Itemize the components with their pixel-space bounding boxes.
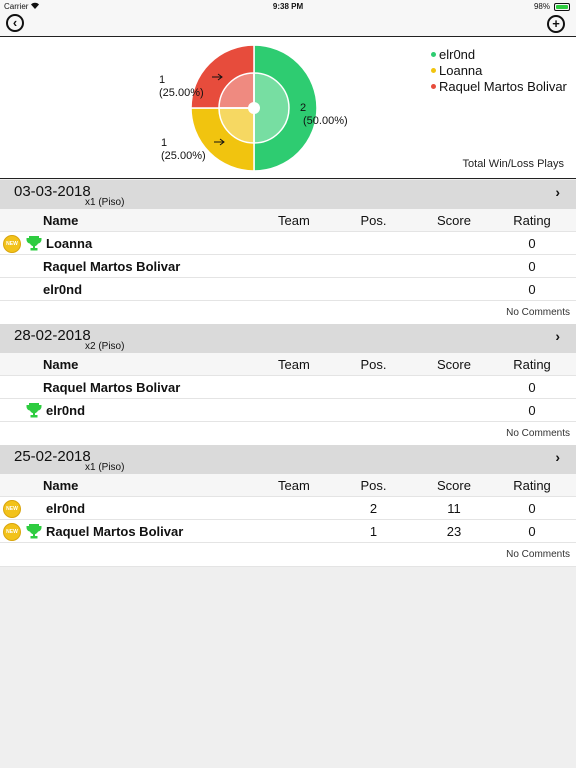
session-subtitle: x2 (Piso) bbox=[85, 341, 125, 352]
chevron-right-icon[interactable]: › bbox=[555, 184, 560, 200]
clock: 9:38 PM bbox=[272, 2, 304, 11]
green-slice-percent: (50.00%) bbox=[303, 115, 348, 127]
chevron-right-icon[interactable]: › bbox=[555, 449, 560, 465]
player-rating: 0 bbox=[528, 236, 536, 251]
legend-dot bbox=[431, 52, 436, 58]
trophy-icon bbox=[26, 524, 42, 539]
back-icon[interactable]: ‹ bbox=[6, 14, 24, 32]
column-team: Team bbox=[278, 478, 310, 493]
comments-label: No Comments bbox=[506, 549, 570, 560]
player-name: elr0nd bbox=[43, 282, 83, 297]
table-row[interactable]: NEW Loanna 0 bbox=[0, 232, 576, 255]
column-pos: Pos. bbox=[360, 213, 387, 228]
column-name: Name bbox=[43, 357, 79, 372]
pie-center-hole bbox=[248, 102, 260, 114]
column-name: Name bbox=[43, 213, 79, 228]
column-score: Score bbox=[437, 478, 471, 493]
session-date: 03-03-2018 bbox=[14, 183, 91, 200]
player-score: 23 bbox=[446, 524, 462, 539]
legend-dot bbox=[431, 84, 436, 90]
red-slice-value: 1 bbox=[159, 74, 166, 86]
player-rating: 0 bbox=[528, 380, 536, 395]
table-header-row: Name Team Pos. Score Rating bbox=[0, 474, 576, 497]
column-rating: Rating bbox=[513, 357, 551, 372]
table-header-row: Name Team Pos. Score Rating bbox=[0, 209, 576, 232]
legend-item-raquel: Raquel Martos Bolivar bbox=[431, 79, 567, 95]
player-pos: 1 bbox=[369, 524, 378, 539]
session-card: 25-02-2018 x1 (Piso) › Name Team Pos. Sc… bbox=[0, 445, 576, 567]
chart-panel: 1 (25.00%) 1 (25.00%) 2 (50.00%) elr0nd … bbox=[0, 36, 576, 179]
yellow-slice-value: 1 bbox=[161, 137, 168, 149]
session-date: 28-02-2018 bbox=[14, 327, 91, 344]
column-pos: Pos. bbox=[360, 478, 387, 493]
new-badge-icon: NEW bbox=[3, 500, 21, 518]
player-name: elr0nd bbox=[46, 403, 86, 418]
column-rating: Rating bbox=[513, 478, 551, 493]
column-score: Score bbox=[437, 213, 471, 228]
legend-label: elr0nd bbox=[439, 47, 476, 62]
chart-legend: elr0nd Loanna Raquel Martos Bolivar bbox=[431, 47, 567, 95]
comments-row[interactable]: No Comments bbox=[0, 301, 576, 325]
player-name: Loanna bbox=[46, 236, 93, 251]
red-slice-label: 1 (25.00%) bbox=[159, 74, 204, 100]
player-name: Raquel Martos Bolivar bbox=[46, 524, 184, 539]
table-row[interactable]: elr0nd 0 bbox=[0, 278, 576, 301]
new-badge-icon: NEW bbox=[3, 523, 21, 541]
trophy-icon bbox=[26, 236, 42, 251]
player-name: Raquel Martos Bolivar bbox=[43, 259, 181, 274]
battery-percent: 98% bbox=[533, 2, 550, 11]
table-row[interactable]: Raquel Martos Bolivar 0 bbox=[0, 376, 576, 399]
table-row[interactable]: NEW elr0nd 2 11 0 bbox=[0, 497, 576, 520]
legend-label: Raquel Martos Bolivar bbox=[439, 79, 567, 94]
battery-icon bbox=[554, 3, 570, 11]
chevron-right-icon[interactable]: › bbox=[555, 328, 560, 344]
comments-row[interactable]: No Comments bbox=[0, 543, 576, 567]
yellow-slice-percent: (25.00%) bbox=[161, 150, 206, 162]
player-name: Raquel Martos Bolivar bbox=[43, 380, 181, 395]
red-slice-percent: (25.00%) bbox=[159, 87, 204, 99]
session-card: 03-03-2018 x1 (Piso) › Name Team Pos. Sc… bbox=[0, 180, 576, 325]
column-name: Name bbox=[43, 478, 79, 493]
player-score: 11 bbox=[447, 501, 461, 516]
player-rating: 0 bbox=[528, 282, 536, 297]
status-bar: Carrier 9:38 PM 98% bbox=[0, 0, 576, 14]
table-row[interactable]: NEW Raquel Martos Bolivar 1 23 0 bbox=[0, 520, 576, 543]
table-header-row: Name Team Pos. Score Rating bbox=[0, 353, 576, 376]
column-rating: Rating bbox=[513, 213, 551, 228]
table-row[interactable]: Raquel Martos Bolivar 0 bbox=[0, 255, 576, 278]
comments-label: No Comments bbox=[506, 307, 570, 318]
legend-item-loanna: Loanna bbox=[431, 63, 567, 79]
session-date: 25-02-2018 bbox=[14, 448, 91, 465]
trophy-icon bbox=[26, 403, 42, 418]
session-header[interactable]: 28-02-2018 x2 (Piso) › bbox=[0, 324, 576, 353]
player-rating: 0 bbox=[528, 501, 536, 516]
player-rating: 0 bbox=[528, 259, 536, 274]
player-pos: 2 bbox=[369, 501, 378, 516]
add-icon[interactable]: + bbox=[547, 15, 565, 33]
player-name: elr0nd bbox=[46, 501, 86, 516]
nav-bar: ‹ + bbox=[0, 14, 576, 36]
session-header[interactable]: 03-03-2018 x1 (Piso) › bbox=[0, 180, 576, 209]
green-slice-label: 2 (50.00%) bbox=[298, 102, 348, 128]
session-card: 28-02-2018 x2 (Piso) › Name Team Pos. Sc… bbox=[0, 324, 576, 446]
session-subtitle: x1 (Piso) bbox=[85, 462, 125, 473]
column-pos: Pos. bbox=[360, 357, 387, 372]
green-slice-value: 2 bbox=[300, 102, 307, 114]
new-badge-icon: NEW bbox=[3, 235, 21, 253]
table-row[interactable]: elr0nd 0 bbox=[0, 399, 576, 422]
column-team: Team bbox=[278, 213, 310, 228]
session-header[interactable]: 25-02-2018 x1 (Piso) › bbox=[0, 445, 576, 474]
legend-dot bbox=[431, 68, 436, 74]
comments-row[interactable]: No Comments bbox=[0, 422, 576, 446]
comments-label: No Comments bbox=[506, 428, 570, 439]
legend-label: Loanna bbox=[439, 63, 483, 78]
legend-item-elr0nd: elr0nd bbox=[431, 47, 567, 63]
column-score: Score bbox=[437, 357, 471, 372]
player-rating: 0 bbox=[528, 524, 536, 539]
chart-title: Total Win/Loss Plays bbox=[462, 158, 564, 170]
session-subtitle: x1 (Piso) bbox=[85, 197, 125, 208]
column-team: Team bbox=[278, 357, 310, 372]
player-rating: 0 bbox=[528, 403, 536, 418]
yellow-slice-label: 1 (25.00%) bbox=[161, 137, 206, 163]
